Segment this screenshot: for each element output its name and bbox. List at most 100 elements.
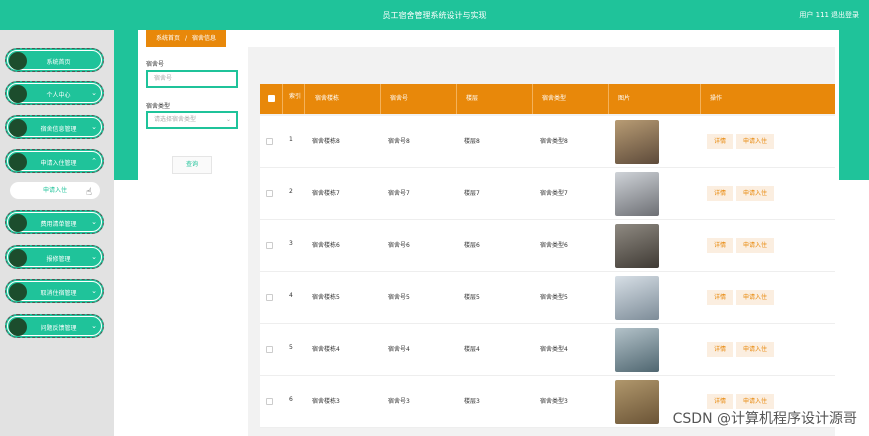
cell-building: 宿舍楼栋3 [312,398,340,405]
column-divider [304,84,305,114]
menu-dot-icon [9,318,27,336]
current-user: 用户 111 [799,11,829,19]
column-header-image: 图片 [618,95,631,102]
cell-room: 宿舍号5 [388,294,410,301]
cell-building: 宿舍楼栋8 [312,138,340,145]
detail-button[interactable]: 详情 [707,342,734,357]
sidebar-item-label: 费用清单管理 [40,221,77,228]
column-divider [700,84,701,114]
room-photo [615,224,659,268]
sidebar-item-profile[interactable]: 个人中心 ⌄ [5,81,104,105]
cell-room: 宿舍号8 [388,138,410,145]
cell-room: 宿舍号6 [388,242,410,249]
column-divider [456,84,457,114]
sidebar-item-repairs[interactable]: 报修管理 ⌄ [5,245,104,269]
room-type-select[interactable]: 请选择宿舍类型 ⌄ [146,111,238,129]
cell-index: 5 [289,344,293,351]
cell-floor: 楼层7 [464,190,480,197]
apply-checkin-button[interactable]: 申请入住 [736,394,775,409]
search-button[interactable]: 查询 [172,156,212,174]
row-checkbox[interactable] [266,190,273,197]
select-all-checkbox[interactable] [268,95,275,102]
cell-building: 宿舍楼栋4 [312,346,340,353]
menu-dot-icon [9,249,27,267]
cell-floor: 楼层8 [464,138,480,145]
sidebar-item-label: 取消住宿管理 [40,290,77,297]
cell-type: 宿舍类型5 [540,294,568,301]
watermark: CSDN @计算机程序设计源哥 [672,411,857,427]
chevron-down-icon: ⌄ [91,218,97,226]
menu-dot-icon [9,85,27,103]
cell-room: 宿舍号3 [388,398,410,405]
cell-room: 宿舍号4 [388,346,410,353]
sidebar-item-feedback[interactable]: 问题反馈管理 ⌄ [5,314,104,338]
column-header-type: 宿舍类型 [542,95,567,102]
cell-index: 2 [289,188,293,195]
table-panel: 索引 宿舍楼栋 宿舍号 楼层 宿舍类型 图片 操作 1 宿舍楼栋8 宿舍号8 楼层8 宿… [248,47,835,436]
row-checkbox[interactable] [266,242,273,249]
sidebar-item-label: 个人中心 [46,92,71,99]
table-row: 5 宿舍楼栋4 宿舍号4 楼层4 宿舍类型4 详情 申请入住 [260,324,835,376]
detail-button[interactable]: 详情 [707,238,734,253]
column-header-actions: 操作 [710,95,723,102]
row-checkbox[interactable] [266,346,273,353]
header-band [114,30,138,180]
logout-link[interactable]: 退出登录 [831,10,859,20]
column-header-room: 宿舍号 [390,95,409,102]
sidebar-item-dorm-info[interactable]: 宿舍信息管理 ⌄ [5,115,104,139]
breadcrumb-current: 宿舍信息 [192,35,217,42]
sidebar-subitem-label: 申请入住 [42,187,67,194]
detail-button[interactable]: 详情 [707,394,734,409]
cell-type: 宿舍类型7 [540,190,568,197]
cell-room: 宿舍号7 [388,190,410,197]
sidebar-item-checkin-apply[interactable]: 申请入住管理 ⌃ [5,149,104,173]
row-checkbox[interactable] [266,138,273,145]
room-number-placeholder: 宿舍号 [154,75,173,82]
room-number-label: 宿舍号 [146,61,165,68]
detail-button[interactable]: 详情 [707,186,734,201]
cell-floor: 楼层4 [464,346,480,353]
cell-building: 宿舍楼栋6 [312,242,340,249]
column-header-index: 索引 [289,93,302,100]
apply-checkin-button[interactable]: 申请入住 [736,186,775,201]
sidebar-item-label: 申请入住管理 [40,160,77,167]
cell-index: 1 [289,136,293,143]
breadcrumb-home[interactable]: 系统首页 [156,35,180,42]
row-checkbox[interactable] [266,294,273,301]
detail-button[interactable]: 详情 [707,290,734,305]
cell-building: 宿舍楼栋7 [312,190,340,197]
room-number-input[interactable]: 宿舍号 [146,70,238,88]
apply-checkin-button[interactable]: 申请入住 [736,342,775,357]
cell-index: 4 [289,292,293,299]
column-header-building: 宿舍楼栋 [315,95,340,102]
main-content: 系统首页 / 宿舍信息 宿舍号 宿舍号 宿舍类型 请选择宿舍类型 ⌄ 查询 索引 宿… [114,30,869,436]
table-row: 3 宿舍楼栋6 宿舍号6 楼层6 宿舍类型6 详情 申请入住 [260,220,835,272]
room-photo [615,120,659,164]
sidebar-item-fees[interactable]: 费用清单管理 ⌄ [5,210,104,234]
column-divider [532,84,533,114]
chevron-down-icon: ⌄ [91,322,97,330]
app-title: 员工宿舍管理系统设计与实现 [382,11,487,20]
cell-type: 宿舍类型6 [540,242,568,249]
sidebar-subitem-apply-checkin[interactable]: 申请入住 ☝ [10,182,100,199]
cell-type: 宿舍类型4 [540,346,568,353]
sidebar-item-home[interactable]: 系统首页 [5,48,104,72]
apply-checkin-button[interactable]: 申请入住 [736,238,775,253]
chevron-down-icon: ⌄ [225,116,231,123]
breadcrumb-separator: / [185,35,188,42]
column-divider [608,84,609,114]
sidebar: 系统首页 个人中心 ⌄ 宿舍信息管理 ⌄ 申请入住管理 ⌃ 申请入住 ☝ 费用清… [0,30,114,436]
cell-building: 宿舍楼栋5 [312,294,340,301]
menu-dot-icon [9,283,27,301]
apply-checkin-button[interactable]: 申请入住 [736,290,775,305]
room-type-placeholder: 请选择宿舍类型 [154,116,197,123]
room-photo [615,380,659,424]
detail-button[interactable]: 详情 [707,134,734,149]
menu-dot-icon [9,119,27,137]
row-checkbox[interactable] [266,398,273,405]
chevron-down-icon: ⌄ [91,253,97,261]
apply-checkin-button[interactable]: 申请入住 [736,134,775,149]
chevron-down-icon: ⌄ [91,123,97,131]
sidebar-item-cancel-stay[interactable]: 取消住宿管理 ⌄ [5,279,104,303]
column-divider [282,84,283,114]
